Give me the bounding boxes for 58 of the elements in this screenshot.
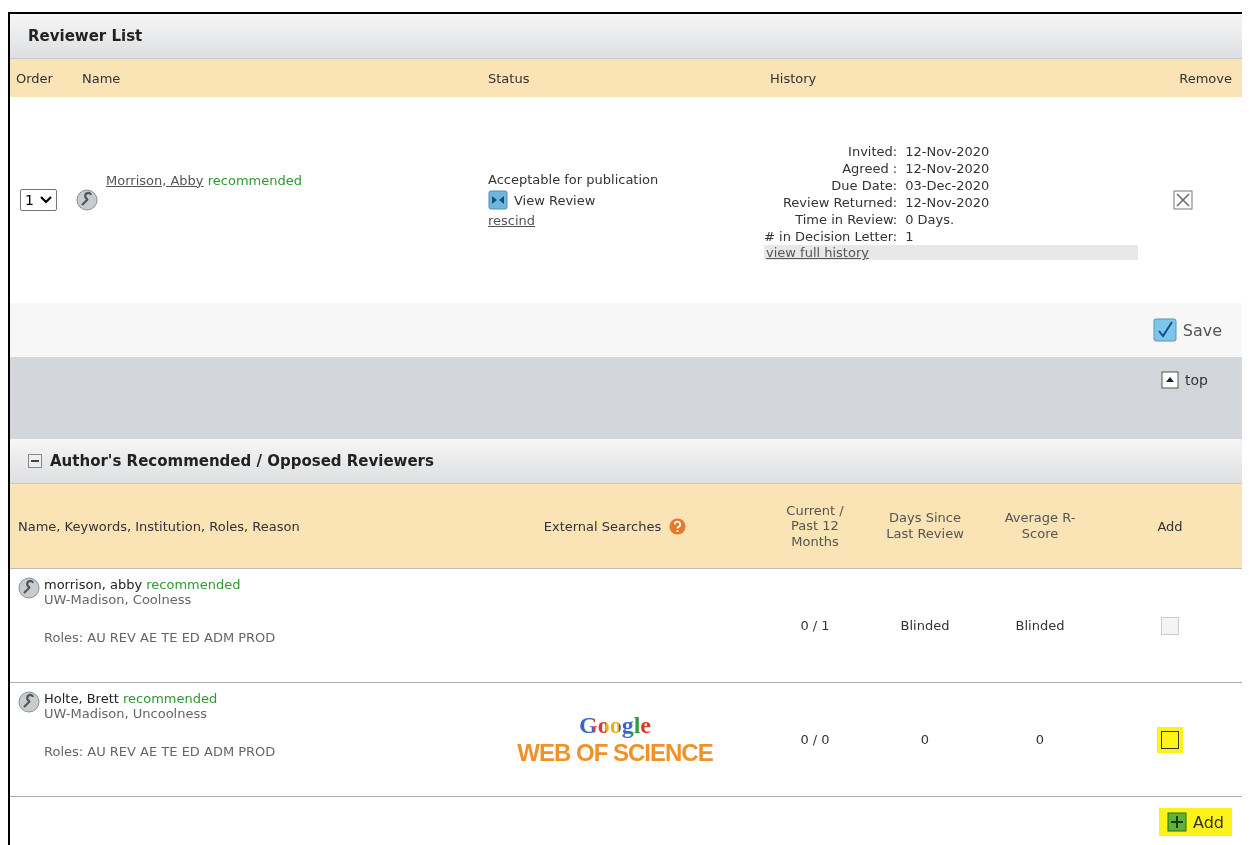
score-value: 0 bbox=[1034, 731, 1046, 749]
full-history-link[interactable]: view full history bbox=[766, 245, 869, 260]
save-button[interactable]: Save bbox=[1146, 317, 1228, 343]
column-header: Add bbox=[1156, 518, 1184, 534]
history-value: 1 bbox=[905, 229, 915, 244]
plus-icon bbox=[1167, 812, 1187, 832]
remove-icon[interactable] bbox=[1173, 190, 1193, 210]
history-label: # in Decision Letter: bbox=[764, 229, 898, 244]
history-value: 03-Dec-2020 bbox=[905, 178, 990, 193]
recommended-tag: recommended bbox=[146, 577, 241, 592]
wrench-icon[interactable] bbox=[18, 691, 40, 713]
history-value: 12-Nov-2020 bbox=[905, 195, 990, 210]
column-header: Name, Keywords, Institution, Roles, Reason bbox=[17, 518, 301, 534]
view-review-link[interactable]: View Review bbox=[488, 190, 596, 210]
top-link[interactable]: top bbox=[1161, 371, 1208, 389]
days-value: 0 bbox=[919, 731, 931, 749]
checkmark-icon bbox=[1152, 318, 1177, 342]
institution-text: UW-Madison, Uncoolness bbox=[44, 706, 208, 721]
rescind-link[interactable]: rescind bbox=[488, 213, 536, 228]
reviewer-name-link[interactable]: Morrison, Abby bbox=[106, 172, 204, 188]
roles-text: Roles: AU REV AE TE ED ADM PROD bbox=[44, 744, 276, 759]
roles-text: Roles: AU REV AE TE ED ADM PROD bbox=[44, 630, 276, 645]
history-label: Review Returned: bbox=[781, 195, 898, 210]
score-value: Blinded bbox=[1014, 617, 1066, 635]
recommended-tag: recommended bbox=[207, 172, 302, 188]
column-header: Average R-Score bbox=[1003, 510, 1077, 542]
reviewer-name: Holte, Brett bbox=[44, 691, 119, 706]
help-icon[interactable] bbox=[669, 517, 687, 535]
order-select[interactable]: 1 bbox=[20, 189, 57, 211]
wrench-icon[interactable] bbox=[76, 189, 98, 211]
count-value: 0 / 0 bbox=[799, 731, 831, 749]
history-label: Time in Review: bbox=[794, 212, 898, 227]
status-text: Acceptable for publication bbox=[488, 172, 659, 187]
days-value: Blinded bbox=[899, 617, 951, 635]
collapse-icon[interactable] bbox=[28, 454, 42, 468]
institution-text: UW-Madison, Coolness bbox=[44, 592, 193, 607]
history-label: Agreed : bbox=[841, 161, 898, 176]
history-label: Invited: bbox=[847, 144, 898, 159]
column-header: Status bbox=[487, 70, 531, 86]
column-header: History bbox=[769, 70, 818, 86]
chevron-down-icon bbox=[39, 196, 52, 204]
column-header: External Searches bbox=[543, 518, 662, 534]
reviewer-name: morrison, abby bbox=[44, 577, 143, 592]
section-title: Reviewer List bbox=[28, 27, 143, 45]
column-header: Current / Past 12 Months bbox=[785, 502, 845, 550]
history-label: Due Date: bbox=[830, 178, 898, 193]
history-value: 0 Days. bbox=[905, 212, 956, 227]
section-title: Author's Recommended / Opposed Reviewers bbox=[50, 452, 434, 470]
column-header: Days Since Last Review bbox=[885, 510, 965, 542]
recommended-tag: recommended bbox=[123, 691, 218, 706]
count-value: 0 / 1 bbox=[799, 617, 831, 635]
review-icon bbox=[488, 190, 508, 210]
column-header: Name bbox=[81, 70, 122, 86]
add-button[interactable]: Add bbox=[1159, 808, 1232, 836]
history-value: 12-Nov-2020 bbox=[905, 161, 990, 176]
column-header: Remove bbox=[1178, 70, 1233, 86]
column-header: Order bbox=[15, 70, 54, 86]
history-value: 12-Nov-2020 bbox=[905, 144, 990, 159]
